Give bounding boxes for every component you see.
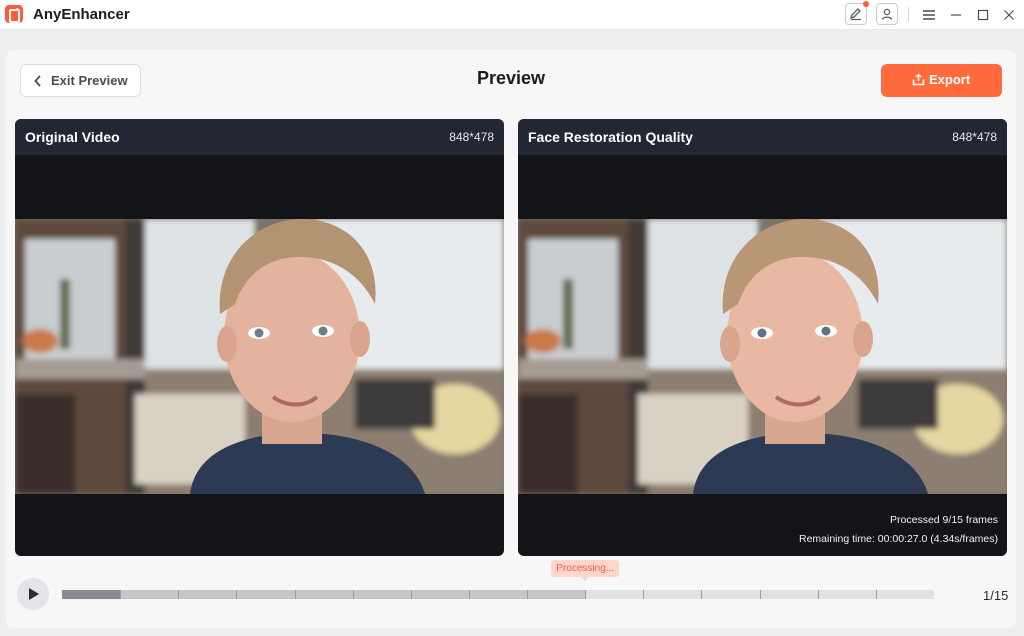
timeline-tick <box>701 590 703 599</box>
resolution-label: 848*478 <box>449 130 494 144</box>
resolution-label: 848*478 <box>952 130 997 144</box>
minimize-icon[interactable] <box>946 5 966 25</box>
timeline-tick <box>468 590 470 599</box>
timeline-tick <box>294 590 296 599</box>
timeline-tick <box>643 590 645 599</box>
remaining-time-text: Remaining time: 00:00:27.0 (4.34s/frames… <box>798 533 998 545</box>
timeline-current-segment <box>62 590 121 599</box>
notification-dot <box>863 1 869 7</box>
timeline-tick <box>527 590 529 599</box>
page-title: Preview <box>476 68 546 88</box>
app-name: AnyEnhancer <box>33 6 130 23</box>
title-bar: AnyEnhancer <box>0 0 1024 30</box>
timeline-tick <box>410 590 412 599</box>
pane-header: Original Video 848*478 <box>15 119 504 155</box>
timeline-tick <box>875 590 877 599</box>
enhanced-video-frame[interactable] <box>518 219 1007 494</box>
maximize-icon[interactable] <box>973 5 993 25</box>
timeline-tick <box>120 590 122 599</box>
hamburger-menu-icon[interactable] <box>919 5 939 25</box>
titlebar-divider <box>908 7 909 22</box>
user-account-icon[interactable] <box>876 3 898 25</box>
pane-title: Face Restoration Quality <box>528 129 693 145</box>
play-icon <box>29 588 39 600</box>
timeline-tick <box>236 590 238 599</box>
video-frame-image <box>15 219 504 494</box>
timeline-tick <box>585 590 587 599</box>
export-label: Export <box>929 72 971 87</box>
anyenhancer-logo-icon <box>5 5 23 23</box>
timeline-tick <box>178 590 180 599</box>
timeline-tick <box>817 590 819 599</box>
original-video-frame[interactable] <box>15 219 504 494</box>
processed-frames-text: Processed 9/15 frames <box>890 514 998 526</box>
frame-timeline[interactable] <box>62 590 934 599</box>
play-button[interactable] <box>17 578 49 610</box>
export-button[interactable]: Export <box>881 64 1002 97</box>
pane-title: Original Video <box>25 129 120 145</box>
edit-feedback-icon[interactable] <box>845 1 869 25</box>
timeline-tick <box>759 590 761 599</box>
processing-badge: Processing... <box>551 560 620 581</box>
original-video-pane: Original Video 848*478 <box>15 119 504 556</box>
enhanced-video-pane: Face Restoration Quality 848*478 Process… <box>518 119 1007 556</box>
video-frame-image <box>518 219 1007 494</box>
preview-panel: Exit Preview Preview Export Original Vid… <box>6 50 1016 628</box>
timeline-tick <box>352 590 354 599</box>
upload-icon <box>912 73 925 86</box>
close-icon[interactable] <box>999 5 1019 25</box>
pane-header: Face Restoration Quality 848*478 <box>518 119 1007 155</box>
frame-counter: 1/15 <box>983 588 1009 603</box>
